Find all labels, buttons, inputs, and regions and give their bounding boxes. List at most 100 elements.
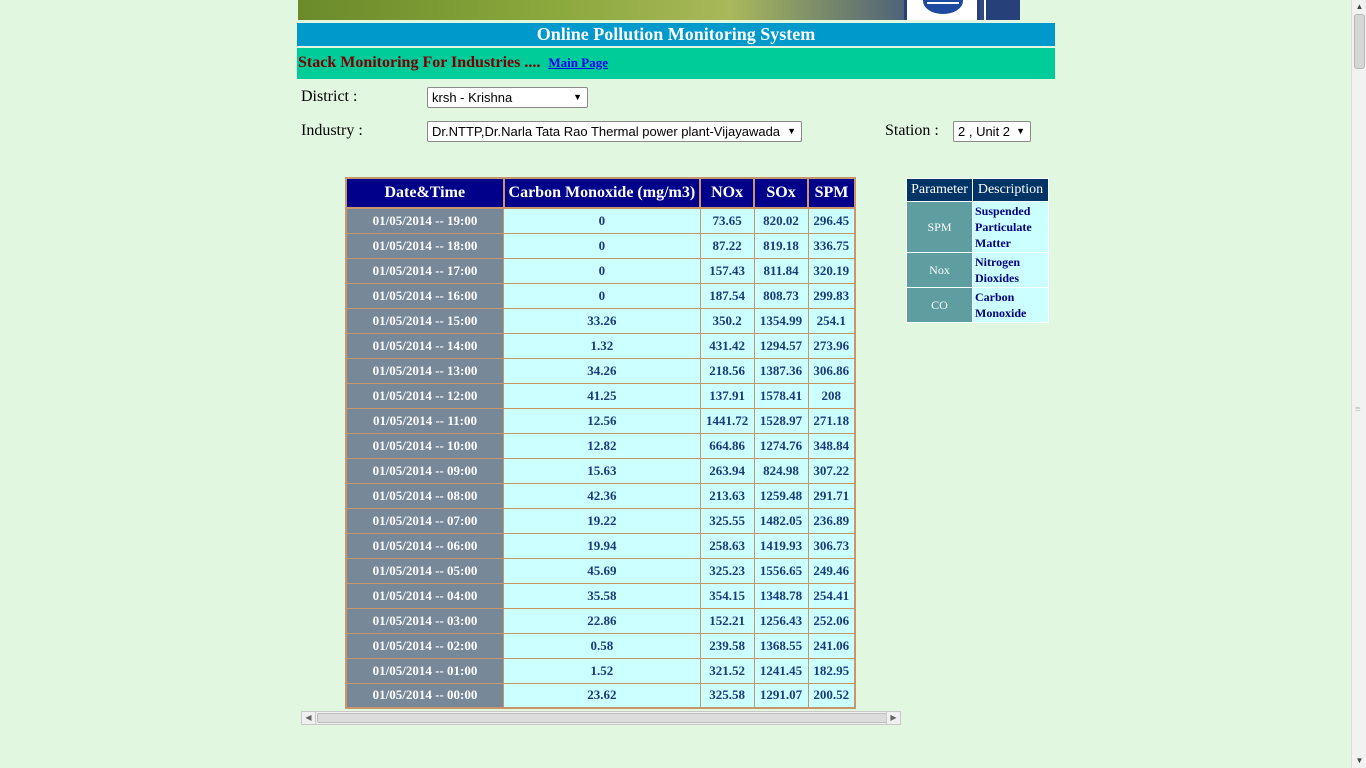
cell-carbon-monoxide: 23.62: [503, 682, 701, 709]
cell-sox: 1387.36: [753, 357, 809, 384]
table-row: 01/05/2014 -- 16:00 0 187.54 808.73 299.83: [345, 282, 856, 309]
cell-nox: 321.52: [699, 657, 755, 684]
cell-datetime: 01/05/2014 -- 05:00: [345, 557, 505, 584]
cell-carbon-monoxide: 41.25: [503, 382, 701, 409]
cell-carbon-monoxide: 42.36: [503, 482, 701, 509]
cell-datetime: 01/05/2014 -- 19:00: [345, 207, 505, 234]
cell-nox: 258.63: [699, 532, 755, 559]
table-row: 01/05/2014 -- 06:00 19.94 258.63 1419.93 306…: [345, 532, 856, 559]
scroll-right-icon[interactable]: ▶: [886, 712, 900, 724]
cell-carbon-monoxide: 19.22: [503, 507, 701, 534]
cell-sox: 1291.07: [753, 682, 809, 709]
cell-datetime: 01/05/2014 -- 07:00: [345, 507, 505, 534]
cell-datetime: 01/05/2014 -- 10:00: [345, 432, 505, 459]
industry-select[interactable]: Dr.NTTP,Dr.Narla Tata Rao Thermal power …: [427, 121, 802, 142]
table-row: 01/05/2014 -- 07:00 19.22 325.55 1482.05 236…: [345, 507, 856, 534]
cell-carbon-monoxide: 19.94: [503, 532, 701, 559]
table-row: 01/05/2014 -- 17:00 0 157.43 811.84 320.19: [345, 257, 856, 284]
scroll-left-icon[interactable]: ◀: [302, 712, 316, 724]
cell-carbon-monoxide: 33.26: [503, 307, 701, 334]
scroll-grip-icon: ≡: [1355, 404, 1361, 415]
legend-description: Carbon Monoxide: [972, 287, 1049, 323]
cell-sox: 1354.99: [753, 307, 809, 334]
cell-nox: 350.2: [699, 307, 755, 334]
cell-sox: 1578.41: [753, 382, 809, 409]
cell-spm: 306.73: [807, 532, 856, 559]
column-header-nox: NOx: [699, 177, 756, 209]
page-vertical-scrollbar[interactable]: ▲ ≡ ▼: [1351, 0, 1366, 768]
legend-parameter: SPM: [906, 201, 973, 253]
cell-carbon-monoxide: 0: [503, 282, 701, 309]
industry-label: Industry :: [301, 122, 363, 139]
column-header-spm: SPM: [807, 177, 856, 209]
main-page-link[interactable]: Main Page: [548, 55, 608, 70]
cell-carbon-monoxide: 1.52: [503, 657, 701, 684]
district-label: District :: [301, 88, 358, 105]
cell-nox: 213.63: [699, 482, 755, 509]
data-table-container[interactable]: Date&Time Carbon Monoxide (mg/m3) NOx SO…: [345, 177, 856, 710]
district-select[interactable]: krsh - Krishna ▼: [427, 87, 588, 108]
section-title: Stack Monitoring For Industries ....: [298, 54, 541, 71]
scrollbar-thumb[interactable]: [317, 713, 887, 723]
logo: [904, 0, 980, 20]
cell-carbon-monoxide: 15.63: [503, 457, 701, 484]
industry-selected-value: Dr.NTTP,Dr.Narla Tata Rao Thermal power …: [432, 124, 781, 139]
banner-edge: [984, 0, 1020, 20]
scroll-down-icon[interactable]: ▼: [1352, 754, 1366, 768]
cell-datetime: 01/05/2014 -- 14:00: [345, 332, 505, 359]
chevron-down-icon: ▼: [1016, 126, 1025, 136]
table-row: 01/05/2014 -- 04:00 35.58 354.15 1348.78 254…: [345, 582, 856, 609]
cell-sox: 808.73: [753, 282, 809, 309]
cell-datetime: 01/05/2014 -- 04:00: [345, 582, 505, 609]
table-row: 01/05/2014 -- 15:00 33.26 350.2 1354.99 254.…: [345, 307, 856, 334]
cell-sox: 1241.45: [753, 657, 809, 684]
cell-nox: 187.54: [699, 282, 755, 309]
table-row: 01/05/2014 -- 13:00 34.26 218.56 1387.36 306…: [345, 357, 856, 384]
table-row: 01/05/2014 -- 18:00 0 87.22 819.18 336.75: [345, 232, 856, 259]
column-header-sox: SOx: [753, 177, 810, 209]
table-row: 01/05/2014 -- 10:00 12.82 664.86 1274.76 348…: [345, 432, 856, 459]
cell-datetime: 01/05/2014 -- 18:00: [345, 232, 505, 259]
cell-nox: 152.21: [699, 607, 755, 634]
legend-header-description: Description: [972, 178, 1049, 202]
cell-datetime: 01/05/2014 -- 06:00: [345, 532, 505, 559]
parameter-legend-table: Parameter Description SPM Suspended Parti…: [906, 178, 1049, 323]
table-row: 01/05/2014 -- 02:00 0.58 239.58 1368.55 241.…: [345, 632, 856, 659]
cell-sox: 1482.05: [753, 507, 809, 534]
cell-nox: 1441.72: [699, 407, 755, 434]
district-selected-value: krsh - Krishna: [432, 90, 513, 105]
legend-row: CO Carbon Monoxide: [906, 287, 1049, 323]
cell-carbon-monoxide: 12.82: [503, 432, 701, 459]
scroll-up-icon[interactable]: ▲: [1352, 0, 1366, 14]
cell-spm: 249.46: [807, 557, 856, 584]
cell-datetime: 01/05/2014 -- 15:00: [345, 307, 505, 334]
chevron-down-icon: ▼: [787, 126, 796, 136]
table-row: 01/05/2014 -- 01:00 1.52 321.52 1241.45 182.…: [345, 657, 856, 684]
station-label: Station :: [885, 122, 939, 139]
cell-datetime: 01/05/2014 -- 16:00: [345, 282, 505, 309]
cell-spm: 291.71: [807, 482, 856, 509]
page-scrollbar-thumb[interactable]: [1354, 14, 1365, 69]
table-row: 01/05/2014 -- 12:00 41.25 137.91 1578.41 208: [345, 382, 856, 409]
station-select[interactable]: 2 , Unit 2 ▼: [953, 121, 1031, 142]
cell-nox: 325.55: [699, 507, 755, 534]
cell-datetime: 01/05/2014 -- 00:00: [345, 682, 505, 709]
cell-spm: 254.41: [807, 582, 856, 609]
cell-carbon-monoxide: 45.69: [503, 557, 701, 584]
legend-description: Nitrogen Dioxides: [972, 252, 1049, 288]
cell-datetime: 01/05/2014 -- 03:00: [345, 607, 505, 634]
cell-sox: 1294.57: [753, 332, 809, 359]
cell-spm: 299.83: [807, 282, 856, 309]
legend-parameter: CO: [906, 287, 973, 323]
horizontal-scrollbar[interactable]: ◀ ▶: [301, 711, 901, 725]
cell-datetime: 01/05/2014 -- 02:00: [345, 632, 505, 659]
cell-spm: 252.06: [807, 607, 856, 634]
legend-parameter: Nox: [906, 252, 973, 288]
column-header-co: Carbon Monoxide (mg/m3): [502, 177, 702, 209]
cell-spm: 200.52: [807, 682, 856, 709]
table-row: 01/05/2014 -- 14:00 1.32 431.42 1294.57 273.…: [345, 332, 856, 359]
cell-sox: 1256.43: [753, 607, 809, 634]
table-body: 01/05/2014 -- 19:00 0 73.65 820.02 296.45 01/…: [345, 207, 856, 709]
cell-carbon-monoxide: 0: [503, 207, 701, 234]
cell-spm: 273.96: [807, 332, 856, 359]
